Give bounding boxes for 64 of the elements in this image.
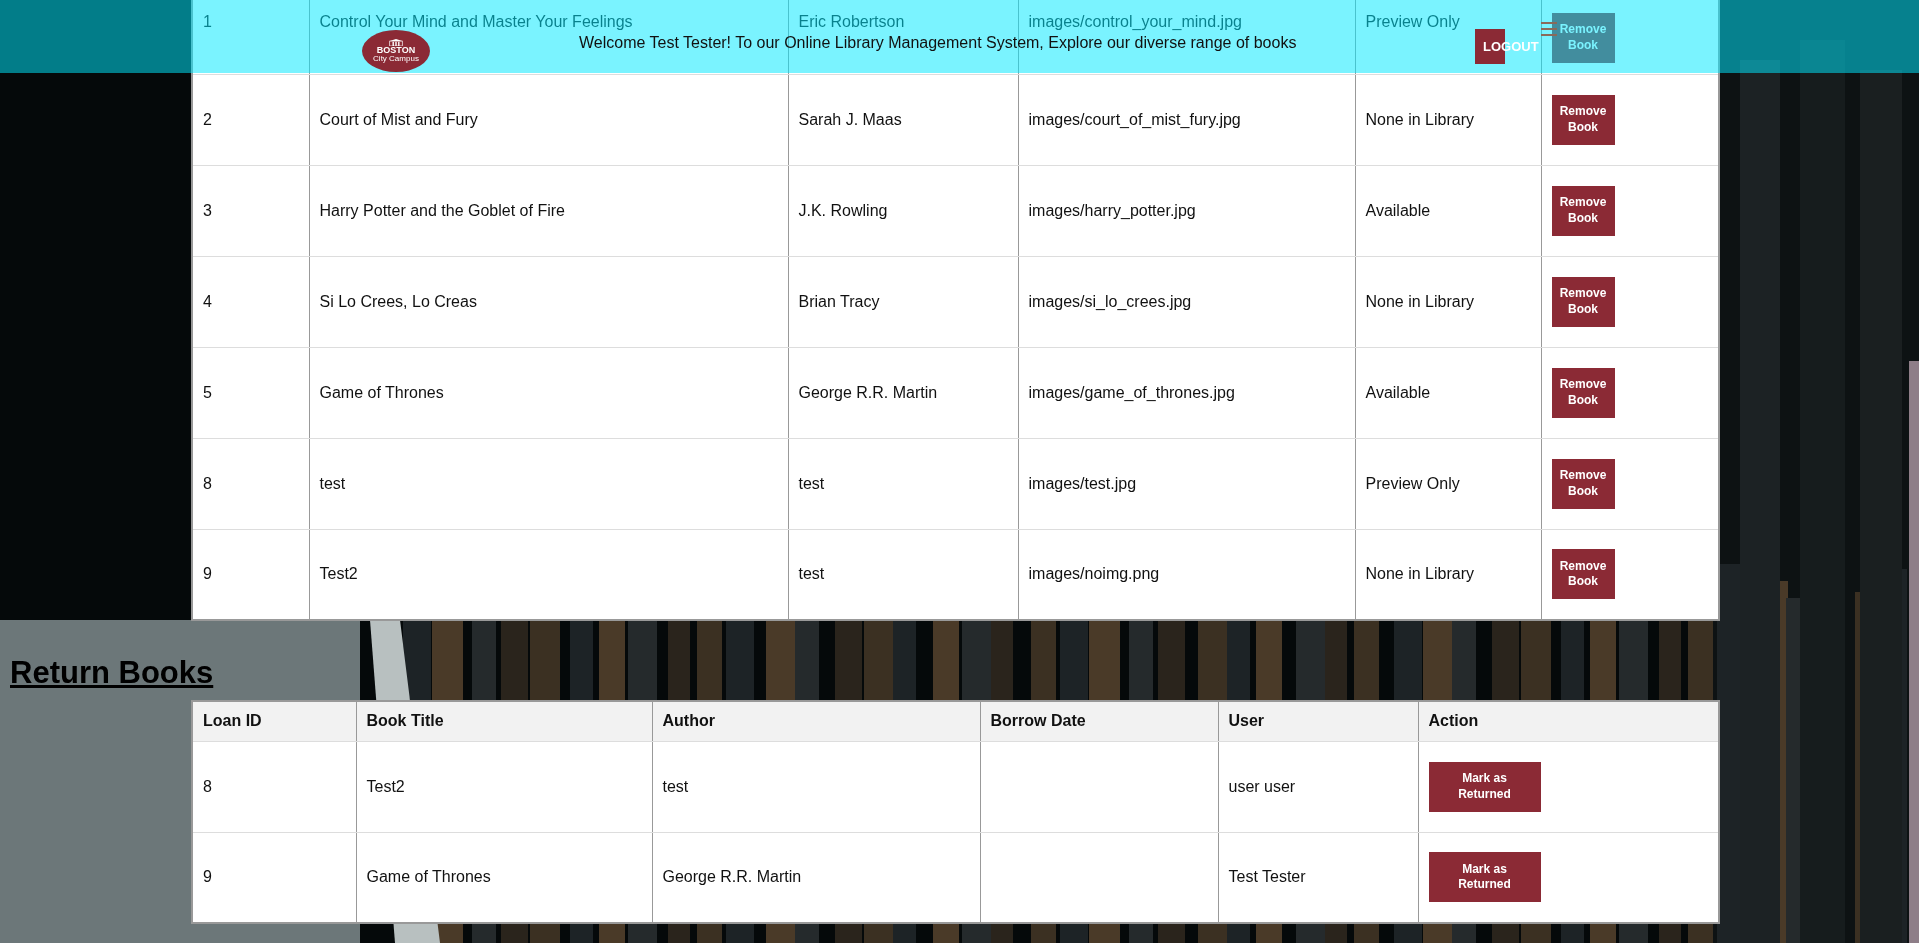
table-cell: George R.R. Martin xyxy=(798,383,938,401)
table-cell: 5 xyxy=(203,383,212,401)
remove-book-button[interactable]: Remove Book xyxy=(1551,185,1615,236)
table-cell: 1 xyxy=(203,13,212,30)
table-cell: user user xyxy=(1228,777,1296,795)
column-header: User xyxy=(1228,712,1265,730)
table-cell: Test2 xyxy=(366,777,405,795)
table-cell: J.K. Rowling xyxy=(798,201,888,219)
table-cell: Test2 xyxy=(319,565,358,583)
table-cell: 4 xyxy=(203,292,212,310)
table-cell: Available xyxy=(1365,201,1431,219)
building-icon xyxy=(389,39,403,46)
logo-subtitle: City Campus xyxy=(373,55,419,63)
table-cell: Control Your Mind and Master Your Feelings xyxy=(319,13,633,30)
table-cell: Game of Thrones xyxy=(319,383,444,401)
table-cell: images/harry_potter.jpg xyxy=(1028,201,1196,219)
table-cell: Preview Only xyxy=(1365,13,1460,30)
table-cell: 2 xyxy=(203,110,212,128)
column-header: Action xyxy=(1428,712,1479,730)
table-cell: None in Library xyxy=(1365,110,1474,128)
logo-name: BOSTON xyxy=(376,46,416,55)
remove-book-button[interactable]: Remove Book xyxy=(1551,94,1615,145)
column-header: Borrow Date xyxy=(990,712,1086,730)
table-cell: images/noimg.png xyxy=(1028,565,1160,583)
table-cell: Court of Mist and Fury xyxy=(319,110,478,128)
remove-book-button[interactable]: Remove Book xyxy=(1551,367,1615,418)
table-cell: test xyxy=(798,565,825,583)
table-cell: 8 xyxy=(203,474,212,492)
table-cell: None in Library xyxy=(1365,292,1474,310)
table-cell: 9 xyxy=(203,868,212,886)
table-cell: Brian Tracy xyxy=(798,292,880,310)
remove-book-button[interactable]: Remove Book xyxy=(1551,549,1615,600)
table-cell: Eric Robertson xyxy=(798,13,905,30)
table-cell: test xyxy=(662,777,689,795)
table-cell: George R.R. Martin xyxy=(662,868,802,886)
table-cell: test xyxy=(798,474,825,492)
menu-icon[interactable] xyxy=(1541,22,1557,36)
table-cell: images/game_of_thrones.jpg xyxy=(1028,383,1235,401)
remove-book-button[interactable]: Remove Book xyxy=(1551,458,1615,509)
table-cell: 3 xyxy=(203,201,212,219)
table-cell: images/si_lo_crees.jpg xyxy=(1028,292,1192,310)
table-cell: Test Tester xyxy=(1228,868,1306,886)
table-cell: images/test.jpg xyxy=(1028,474,1137,492)
table-cell: Preview Only xyxy=(1365,474,1460,492)
table-cell: None in Library xyxy=(1365,565,1474,583)
table-cell: Si Lo Crees, Lo Creas xyxy=(319,292,477,310)
table-cell: Game of Thrones xyxy=(366,868,491,886)
section-heading: Return Books xyxy=(9,654,215,688)
column-header: Author xyxy=(662,712,715,730)
mark-returned-button[interactable]: Mark as Returned xyxy=(1428,761,1541,812)
table-cell: Harry Potter and the Goblet of Fire xyxy=(319,201,565,219)
mark-returned-button[interactable]: Mark as Returned xyxy=(1428,852,1541,903)
table-cell: test xyxy=(319,474,346,492)
table-cell: images/court_of_mist_fury.jpg xyxy=(1028,110,1241,128)
column-header: Book Title xyxy=(366,712,444,730)
table-cell: 9 xyxy=(203,565,212,583)
table-cell: Sarah J. Maas xyxy=(798,110,902,128)
table-cell: 8 xyxy=(203,777,212,795)
column-header: Loan ID xyxy=(203,712,262,730)
table-cell: images/control_your_mind.jpg xyxy=(1028,13,1242,30)
welcome-message: Welcome Test Tester! To our Online Library Management System, Explore our diverse range of books xyxy=(579,34,1297,52)
table-cell: Available xyxy=(1365,383,1431,401)
scrollbar-thumb[interactable] xyxy=(1909,361,1919,943)
remove-book-button[interactable]: Remove Book xyxy=(1551,276,1615,327)
